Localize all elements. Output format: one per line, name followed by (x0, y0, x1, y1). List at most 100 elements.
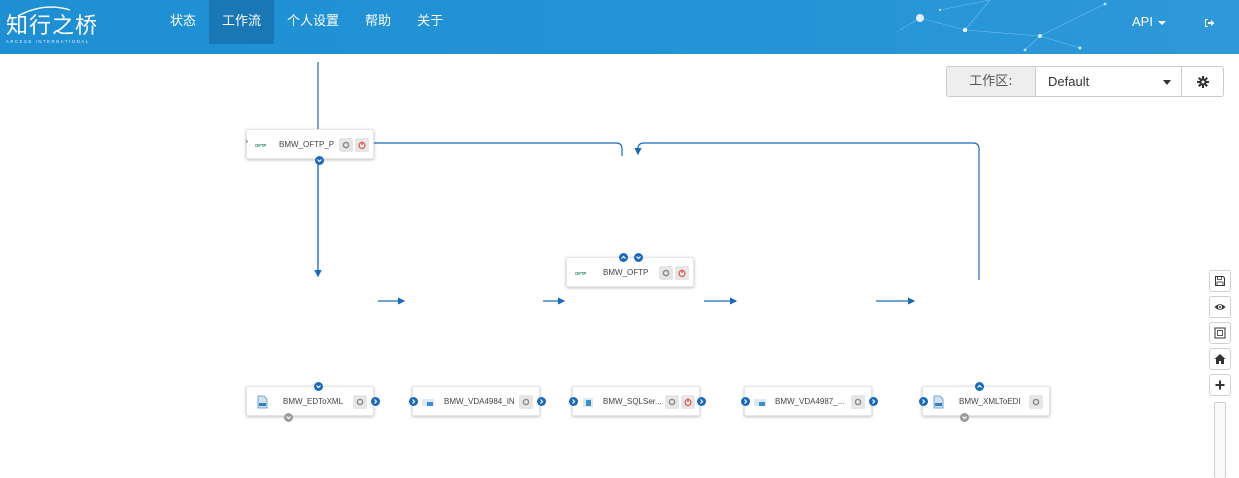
input-port[interactable] (634, 253, 643, 262)
chevron-right-icon (744, 399, 748, 404)
flow-node-bmw-sqlserver[interactable]: BMW_SQLSer... (569, 386, 706, 416)
error-port[interactable] (284, 413, 293, 422)
api-dropdown[interactable]: API (1132, 0, 1166, 44)
chevron-down-icon (636, 256, 641, 260)
output-port[interactable] (371, 397, 380, 406)
flow-connections (314, 62, 980, 305)
node-label: BMW_OFTP_P (279, 140, 335, 149)
output-port[interactable] (975, 382, 984, 391)
output-port[interactable] (315, 156, 324, 165)
node-disable-button[interactable] (675, 266, 689, 280)
chevron-right-icon (412, 399, 416, 404)
chevron-right-icon (374, 399, 378, 404)
gear-icon (854, 398, 862, 406)
workspace-select[interactable]: Default (1035, 66, 1182, 97)
logo[interactable]: 知行之桥 ARCESB INTERNATIONAL (6, 4, 106, 48)
chevron-right-icon (922, 399, 926, 404)
output-port[interactable] (697, 397, 706, 406)
main-nav: 状态 工作流 个人设置 帮助 关于 (157, 0, 456, 44)
flow-node-bmw-xmltoedi[interactable]: BMW_XMLToEDI (919, 382, 1050, 422)
nav-item-status[interactable]: 状态 (157, 0, 209, 44)
gear-icon (1032, 398, 1040, 406)
workspace-settings-button[interactable] (1182, 66, 1224, 97)
flow-node-bmw-oftp-p[interactable]: › OFTP BMW_OFTP_P (245, 129, 374, 165)
output-port[interactable] (537, 397, 546, 406)
chevron-up-icon (977, 384, 982, 388)
chevron-right-icon (572, 399, 576, 404)
home-button[interactable] (1209, 348, 1231, 370)
power-icon (678, 269, 686, 278)
output-port[interactable] (619, 253, 628, 262)
chevron-right-icon (872, 399, 876, 404)
canvas-toolbar (1209, 270, 1231, 478)
logout-button[interactable] (1197, 0, 1221, 44)
svg-text:OFTP: OFTP (575, 271, 586, 276)
workspace-selected-value: Default (1048, 74, 1090, 89)
flow-node-bmw-edtoxml[interactable]: BMW_EDToXML (246, 382, 380, 422)
node-settings-button[interactable] (659, 266, 673, 280)
node-settings-button[interactable] (339, 138, 353, 152)
zoom-in-button[interactable] (1209, 374, 1231, 396)
chevron-down-icon (317, 159, 322, 163)
plus-icon (1215, 380, 1225, 390)
gear-icon (522, 398, 530, 406)
logo-text: 知行之桥 (6, 14, 99, 39)
input-port[interactable] (569, 397, 578, 406)
chevron-down-icon (316, 385, 321, 389)
chevron-up-icon (621, 255, 626, 259)
gear-icon (668, 398, 676, 406)
chevron-right-icon (540, 399, 544, 404)
top-navbar: 知行之桥 ARCESB INTERNATIONAL 状态 工作流 个人设置 帮助… (0, 0, 1239, 54)
fit-screen-button[interactable] (1209, 322, 1231, 344)
nav-item-workflow[interactable]: 工作流 (209, 0, 275, 44)
node-label: BMW_EDToXML (283, 397, 344, 406)
fit-screen-icon (1214, 327, 1226, 339)
node-label: BMW_XMLToEDI (959, 397, 1021, 406)
node-disable-button[interactable] (355, 138, 369, 152)
error-port[interactable] (960, 413, 969, 422)
node-settings-button[interactable] (353, 395, 367, 409)
network-decoration (899, 0, 1107, 52)
node-settings-button[interactable] (665, 395, 679, 409)
home-icon (1214, 354, 1226, 364)
save-icon (1215, 276, 1225, 286)
chevron-right-icon: › (245, 137, 249, 147)
input-port[interactable] (919, 397, 928, 406)
node-label: BMW_VDA4987_... (775, 397, 845, 406)
nav-item-help[interactable]: 帮助 (352, 0, 404, 44)
node-label: BMW_OFTP (603, 268, 649, 277)
database-icon (583, 398, 593, 407)
nav-item-about[interactable]: 关于 (404, 0, 456, 44)
preview-button[interactable] (1209, 296, 1231, 318)
xml-file-icon (933, 395, 944, 409)
node-settings-button[interactable] (519, 395, 533, 409)
oftp-icon: OFTP (255, 143, 266, 148)
input-port[interactable] (314, 382, 323, 391)
node-disable-button[interactable] (681, 395, 695, 409)
input-port[interactable] (409, 397, 418, 406)
flow-node-bmw-vda4987[interactable]: BMW_VDA4987_... (741, 386, 878, 416)
svg-text:OFTP: OFTP (255, 143, 266, 148)
save-button[interactable] (1209, 270, 1231, 292)
gear-icon (356, 398, 364, 406)
output-port[interactable] (869, 397, 878, 406)
node-settings-button[interactable] (1029, 395, 1043, 409)
caret-down-icon (1157, 20, 1166, 25)
zoom-slider[interactable] (1214, 402, 1226, 478)
logo-subtitle: ARCESB INTERNATIONAL (6, 39, 90, 44)
input-port[interactable] (741, 397, 750, 406)
node-settings-button[interactable] (851, 395, 865, 409)
power-icon (684, 398, 692, 407)
chevron-right-icon (700, 399, 704, 404)
vda-icon (422, 399, 434, 406)
nav-item-personal-settings[interactable]: 个人设置 (274, 0, 352, 44)
chevron-down-icon (962, 416, 967, 420)
caret-down-icon (1163, 80, 1171, 85)
flow-node-bmw-vda4984-in[interactable]: BMW_VDA4984_IN (409, 386, 546, 416)
xml-file-icon (257, 395, 268, 409)
workspace-selector: 工作区: Default (946, 66, 1224, 97)
oftp-icon: OFTP (575, 271, 586, 276)
node-label: BMW_VDA4984_IN (444, 397, 515, 406)
gear-icon (1196, 75, 1209, 88)
flow-node-bmw-oftp[interactable]: OFTP BMW_OFTP (566, 253, 694, 287)
